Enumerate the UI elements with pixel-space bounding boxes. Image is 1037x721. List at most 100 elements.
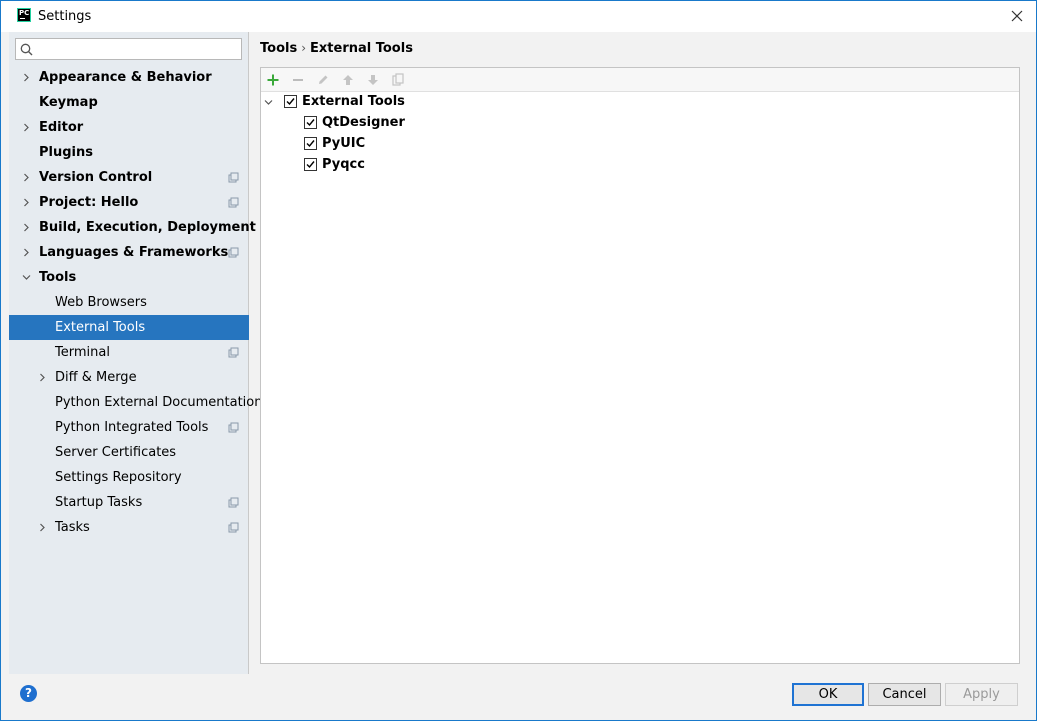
checkmark-icon	[306, 161, 315, 169]
apply-button[interactable]: Apply	[945, 683, 1018, 706]
tools-toolbar	[261, 68, 1019, 92]
breadcrumb-separator: ›	[301, 41, 307, 55]
help-button[interactable]: ?	[20, 685, 37, 702]
sidebar-item-build-execution-deployment[interactable]: Build, Execution, Deployment	[9, 215, 256, 240]
move-up-button[interactable]	[339, 71, 357, 89]
sidebar-item-label: Web Browsers	[55, 295, 147, 310]
chevron-down-icon[interactable]	[22, 273, 31, 282]
project-scope-icon	[228, 197, 239, 208]
sidebar-item-diff-merge[interactable]: Diff & Merge	[9, 365, 249, 390]
sidebar-item-appearance-behavior[interactable]: Appearance & Behavior	[9, 65, 249, 90]
sidebar-item-label: Diff & Merge	[55, 370, 137, 385]
sidebar-item-label: Tasks	[55, 520, 90, 535]
sidebar-item-label: Languages & Frameworks	[39, 245, 229, 260]
sidebar-item-startup-tasks[interactable]: Startup Tasks	[9, 490, 249, 515]
sidebar-item-label: Build, Execution, Deployment	[39, 220, 256, 235]
remove-tool-button[interactable]	[289, 71, 307, 89]
tool-item-qtdesigner[interactable]: QtDesigner	[261, 112, 1019, 133]
sidebar-item-label: Settings Repository	[55, 470, 182, 485]
sidebar-item-editor[interactable]: Editor	[9, 115, 249, 140]
project-scope-icon	[228, 522, 239, 533]
settings-dialog: PC Settings Appearance & Behavior Keymap E…	[0, 0, 1037, 721]
sidebar-item-tools[interactable]: Tools	[9, 265, 249, 290]
ok-button[interactable]: OK	[792, 683, 864, 706]
sidebar-item-version-control[interactable]: Version Control	[9, 165, 249, 190]
sidebar-item-label: Editor	[39, 120, 84, 135]
sidebar-item-python-integrated-tools[interactable]: Python Integrated Tools	[9, 415, 249, 440]
sidebar-item-label: Plugins	[39, 145, 93, 160]
sidebar-item-terminal[interactable]: Terminal	[9, 340, 249, 365]
sidebar-item-settings-repository[interactable]: Settings Repository	[9, 465, 249, 490]
sidebar-item-python-external-documentation[interactable]: Python External Documentation	[9, 390, 262, 415]
breadcrumb: Tools › External Tools	[260, 41, 413, 56]
project-scope-icon	[228, 247, 239, 258]
chevron-right-icon[interactable]	[22, 173, 31, 182]
copy-icon	[392, 73, 404, 86]
tool-checkbox[interactable]	[304, 137, 317, 150]
logo-text: PC	[19, 9, 30, 17]
chevron-right-icon[interactable]	[22, 123, 31, 132]
tool-checkbox[interactable]	[304, 158, 317, 171]
close-button[interactable]	[1006, 5, 1028, 27]
sidebar-item-server-certificates[interactable]: Server Certificates	[9, 440, 249, 465]
plus-icon	[267, 74, 279, 86]
breadcrumb-parent: Tools	[260, 41, 298, 56]
move-down-button[interactable]	[364, 71, 382, 89]
chevron-down-icon[interactable]	[264, 98, 273, 107]
window-left-edge	[1, 32, 9, 674]
edit-tool-button[interactable]	[314, 71, 332, 89]
sidebar-item-label: Startup Tasks	[55, 495, 143, 510]
sidebar-item-label: Python Integrated Tools	[55, 420, 209, 435]
sidebar-item-external-tools[interactable]: External Tools	[9, 315, 249, 340]
sidebar-item-label: Tools	[39, 270, 77, 285]
sidebar-item-label: Version Control	[39, 170, 153, 185]
external-tools-group-checkbox[interactable]	[284, 95, 297, 108]
sidebar-item-project-hello[interactable]: Project: Hello	[9, 190, 249, 215]
sidebar-item-tasks[interactable]: Tasks	[9, 515, 249, 540]
window-title: Settings	[38, 9, 92, 24]
sidebar-item-label: Terminal	[55, 345, 110, 360]
cancel-button[interactable]: Cancel	[868, 683, 941, 706]
sidebar-item-plugins[interactable]: Plugins	[9, 140, 249, 165]
sidebar-item-label: External Tools	[55, 320, 146, 335]
copy-tool-button[interactable]	[389, 71, 407, 89]
sidebar-item-languages-frameworks[interactable]: Languages & Frameworks	[9, 240, 249, 265]
close-icon	[1011, 10, 1023, 22]
search-icon	[20, 43, 33, 56]
chevron-right-icon[interactable]	[22, 198, 31, 207]
project-scope-icon	[228, 347, 239, 358]
minus-icon	[293, 79, 303, 81]
sidebar-item-label: Keymap	[39, 95, 98, 110]
pencil-icon	[319, 75, 328, 84]
add-tool-button[interactable]	[264, 71, 282, 89]
chevron-right-icon[interactable]	[22, 73, 31, 82]
tool-checkbox[interactable]	[304, 116, 317, 129]
settings-sidebar: Appearance & Behavior Keymap Editor Plugins…	[9, 32, 262, 674]
pycharm-logo-icon: PC	[17, 8, 31, 22]
sidebar-item-web-browsers[interactable]: Web Browsers	[9, 290, 249, 315]
search-field[interactable]	[15, 38, 242, 60]
project-scope-icon	[228, 172, 239, 183]
chevron-right-icon[interactable]	[22, 223, 31, 232]
chevron-right-icon[interactable]	[38, 523, 47, 532]
sidebar-item-label: Server Certificates	[55, 445, 177, 460]
checkmark-icon	[306, 119, 315, 127]
sidebar-item-label: Python External Documentation	[55, 395, 263, 410]
external-tools-group[interactable]: External Tools	[261, 91, 1019, 112]
chevron-right-icon[interactable]	[22, 248, 31, 257]
tool-label: Pyqcc	[322, 157, 365, 172]
tool-item-pyuic[interactable]: PyUIC	[261, 133, 1019, 154]
sidebar-item-keymap[interactable]: Keymap	[9, 90, 249, 115]
external-tools-panel: External Tools QtDesigner PyUIC Pyqcc	[260, 67, 1020, 664]
project-scope-icon	[228, 422, 239, 433]
tool-label: QtDesigner	[322, 115, 405, 130]
external-tools-group-label: External Tools	[302, 94, 405, 109]
arrow-down-icon	[368, 75, 378, 85]
breadcrumb-current: External Tools	[310, 41, 413, 56]
sidebar-item-label: Project: Hello	[39, 195, 139, 210]
project-scope-icon	[228, 497, 239, 508]
title-bar: PC Settings	[1, 1, 1036, 32]
tool-item-pyqcc[interactable]: Pyqcc	[261, 154, 1019, 175]
search-input[interactable]	[38, 40, 238, 58]
chevron-right-icon[interactable]	[38, 373, 47, 382]
